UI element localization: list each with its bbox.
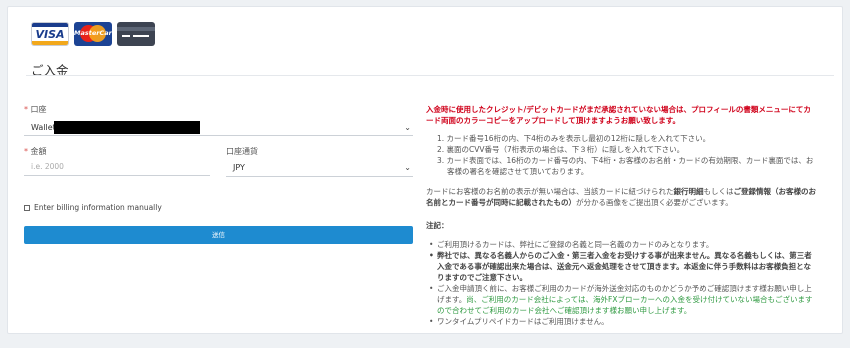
step-item: 3. カード表面では、16桁のカード番号の内、下4桁・お客様のお名前・カードの有… xyxy=(437,156,814,176)
account-label-text: 口座 xyxy=(30,105,47,114)
chevron-down-icon: ⌄ xyxy=(404,163,411,172)
divider xyxy=(26,75,834,76)
amount-placeholder: i.e. 2000 xyxy=(31,162,64,171)
visa-logo-label: VISA xyxy=(35,28,65,41)
currency-select[interactable]: JPY ⌄ xyxy=(226,160,413,177)
steps-list: 1. カード番号16桁の内、下4桁のみを表示し最初の12桁に隠しを入れて下さい。… xyxy=(426,133,818,177)
note-item: ご利用頂けるカードは、弊社にご登録の名義と同一名義のカードのみとなります。 xyxy=(426,239,818,250)
notes-list: ご利用頂けるカードは、弊社にご登録の名義と同一名義のカードのみとなります。 弊社… xyxy=(426,239,818,327)
generic-card-icon xyxy=(117,22,155,46)
mastercard-logo-label: MasterCard xyxy=(74,29,112,37)
page-title: ご入金 xyxy=(31,63,69,78)
name-note-mid: もしくは xyxy=(703,187,734,196)
manual-billing-checkbox[interactable]: Enter billing information manually xyxy=(24,203,162,212)
step-item: 2. 裏面のCVV番号（7桁表示の場合は、下３桁）に隠しを入れて下さい。 xyxy=(437,145,685,154)
amount-input[interactable]: i.e. 2000 xyxy=(24,156,210,176)
visa-logo-icon: VISA xyxy=(31,22,69,46)
account-select[interactable]: Wallet ⌄ xyxy=(24,120,413,136)
note-text-green: 尚、ご利用のカード会社によっては、海外FXブローカーへの入金を受け付けていない場… xyxy=(437,295,813,315)
note-item: ワンタイムプリペイドカードはご利用頂けません。 xyxy=(426,316,818,327)
currency-label: 口座通貨 xyxy=(226,147,258,156)
notes-heading: 注記： xyxy=(426,221,449,230)
info-panel: 入金時に使用したクレジット/デビットカードがまだ承認されていない場合は、プロフィ… xyxy=(426,104,818,327)
account-select-value: Wallet xyxy=(31,123,56,132)
submit-button[interactable]: 送信 xyxy=(24,226,413,244)
name-note: カードにお客様のお名前の表示が無い場合は、当該カードに紐づけられた銀行明細もしく… xyxy=(426,186,818,208)
card-logos: VISA MasterCard xyxy=(31,22,155,46)
redacted-block xyxy=(54,121,200,134)
chevron-down-icon: ⌄ xyxy=(404,123,411,132)
name-note-bank: 銀行明細 xyxy=(673,187,704,196)
manual-billing-label: Enter billing information manually xyxy=(34,203,162,212)
checkbox-box[interactable] xyxy=(24,204,30,211)
amount-label-text: 金額 xyxy=(30,147,47,156)
name-note-prefix: カードにお客様のお名前の表示が無い場合は、当該カードに紐づけられた xyxy=(426,187,674,196)
step-item: 1. カード番号16桁の内、下4桁のみを表示し最初の12桁に隠しを入れて下さい。 xyxy=(437,134,711,143)
name-note-suffix: が分かる画像をご提出頂く必要がございます。 xyxy=(576,198,733,207)
note-item: ご入金申請頂く前に、お客様ご利用のカードが海外送金対応のものかどうか予めご確認頂… xyxy=(426,283,818,316)
account-label: * 口座 xyxy=(24,105,47,114)
note-item: 弊社では、異なる名義人からのご入金・第三者入金をお受けする事が出来ません。異なる… xyxy=(426,250,818,283)
warning-text: 入金時に使用したクレジット/デビットカードがまだ承認されていない場合は、プロフィ… xyxy=(426,105,811,125)
currency-select-value: JPY xyxy=(233,163,245,172)
mastercard-logo-icon: MasterCard xyxy=(74,22,112,46)
